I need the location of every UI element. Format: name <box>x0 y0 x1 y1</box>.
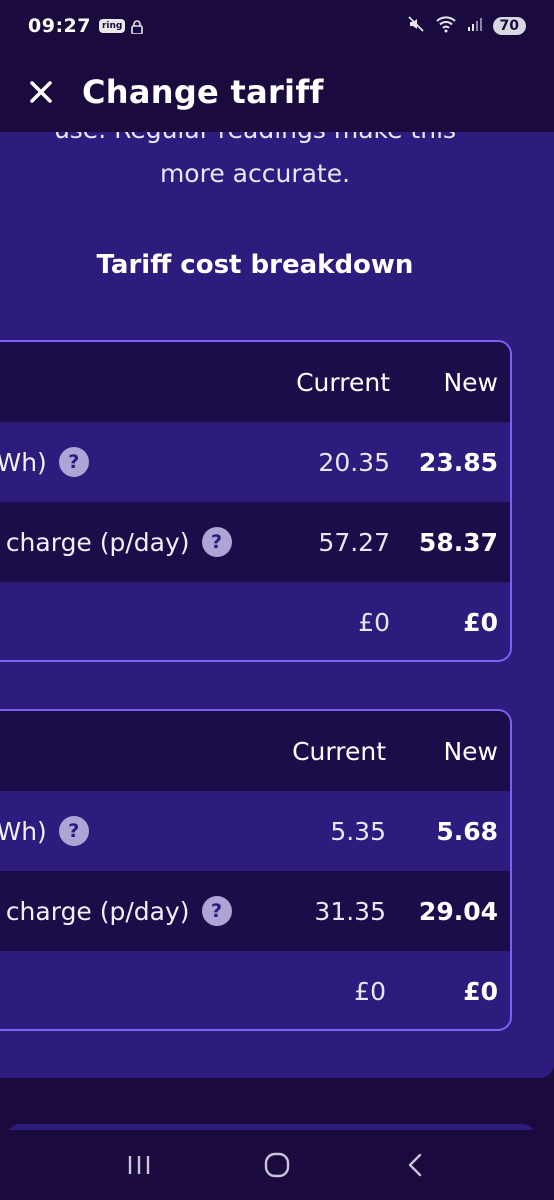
close-icon[interactable] <box>26 77 56 107</box>
row-label-text: g charge (p/day) <box>0 527 190 557</box>
system-nav-bar <box>0 1130 554 1200</box>
mute-icon <box>407 15 425 37</box>
table-row: kWh) ? 20.35 23.85 <box>0 422 510 502</box>
table-row: kWh) ? 5.35 5.68 <box>0 791 510 871</box>
help-icon[interactable]: ? <box>201 896 232 926</box>
app-header: Change tariff <box>0 52 554 132</box>
status-time: 09:27 <box>28 15 91 37</box>
table-row: e £0 £0 <box>0 582 510 660</box>
current-value: £0 <box>354 976 386 1006</box>
row-label-text: g charge (p/day) <box>0 896 190 926</box>
home-icon[interactable] <box>257 1145 297 1185</box>
help-icon[interactable]: ? <box>58 816 89 846</box>
ring-app-icon: ring <box>98 19 126 33</box>
row-label-text: kWh) <box>0 816 47 846</box>
current-value: 20.35 <box>318 447 390 477</box>
card-header: Current New <box>0 711 510 791</box>
page-title: Change tariff <box>82 73 324 111</box>
new-value: £0 <box>463 607 498 637</box>
column-header-current: Current <box>296 367 390 397</box>
new-value: 5.68 <box>436 816 498 846</box>
current-value: 57.27 <box>318 527 390 557</box>
back-icon[interactable] <box>395 1145 435 1185</box>
wifi-icon <box>435 15 457 37</box>
section-title: Tariff cost breakdown <box>96 250 414 280</box>
intro-line-1: use. Regular readings make this <box>0 132 510 152</box>
column-header-new: New <box>443 367 498 397</box>
row-label: g charge (p/day) ? <box>0 896 232 926</box>
battery-indicator: 70 <box>492 17 526 35</box>
current-value: 5.35 <box>330 816 386 846</box>
current-value: £0 <box>358 607 390 637</box>
row-label: kWh) ? <box>0 816 89 846</box>
intro-line-2: more accurate. <box>159 159 351 188</box>
table-row: g charge (p/day) ? 57.27 58.37 <box>0 502 510 582</box>
tariff-card-2: Current New kWh) ? 5.35 5.68 g charge (p… <box>0 709 512 1031</box>
recents-icon[interactable] <box>119 1145 159 1185</box>
intro-text: use. Regular readings make this more acc… <box>0 132 510 196</box>
row-label: kWh) ? <box>0 447 89 477</box>
column-header-current: Current <box>292 736 386 766</box>
row-label-text: kWh) <box>0 447 47 477</box>
column-header-new: New <box>443 736 498 766</box>
lock-icon <box>131 19 144 35</box>
new-value: 23.85 <box>418 447 498 477</box>
new-value: 29.04 <box>418 896 498 926</box>
signal-icon <box>467 16 483 36</box>
tariff-card-1: Current New kWh) ? 20.35 23.85 g charge … <box>0 340 512 662</box>
content-panel: use. Regular readings make this more acc… <box>0 132 554 1078</box>
row-label: g charge (p/day) ? <box>0 527 232 557</box>
status-bar: 09:27 ring 70 <box>0 0 554 52</box>
help-icon[interactable]: ? <box>58 447 89 477</box>
current-value: 31.35 <box>314 896 386 926</box>
help-icon[interactable]: ? <box>201 527 232 557</box>
new-value: £0 <box>463 976 498 1006</box>
table-row: g charge (p/day) ? 31.35 29.04 <box>0 871 510 951</box>
new-value: 58.37 <box>418 527 498 557</box>
table-row: £0 £0 <box>0 951 510 1029</box>
card-header: Current New <box>0 342 510 422</box>
